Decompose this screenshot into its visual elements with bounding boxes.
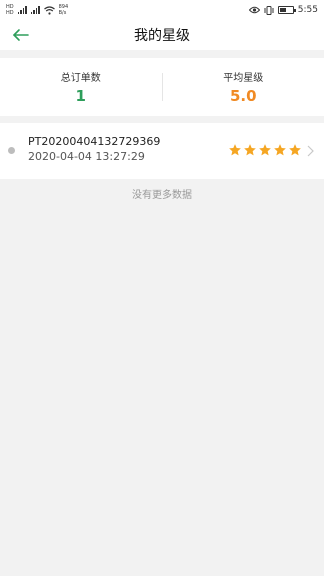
avg-rating-label: 平均星级	[223, 73, 264, 84]
status-right: 5:55	[248, 5, 318, 15]
order-time: 2020-04-04 13:27:29	[28, 150, 145, 163]
back-arrow-icon[interactable]	[12, 27, 30, 43]
star-icon	[273, 143, 287, 157]
order-text: PT20200404132729369 2020-04-04 13:27:29	[28, 135, 160, 163]
star-rating	[228, 143, 302, 157]
star-icon	[288, 143, 302, 157]
net-speed: 894 B/s	[59, 4, 69, 16]
battery-icon	[277, 6, 296, 14]
avg-rating-stat: 平均星级 5.0	[163, 69, 324, 105]
chevron-right-icon	[307, 145, 314, 157]
star-icon	[228, 143, 242, 157]
star-icon	[243, 143, 257, 157]
avg-rating-value: 5.0	[229, 87, 257, 105]
page-title: 我的星级	[134, 28, 190, 44]
status-left: HD HD 894 B/s	[6, 4, 68, 16]
status-time: 5:55	[297, 5, 318, 15]
hd-tag-2: HD	[6, 10, 14, 16]
vibrate-icon	[264, 5, 274, 15]
total-orders-value: 1	[75, 87, 86, 105]
order-id: PT20200404132729369	[28, 135, 161, 148]
signal-icon-2	[30, 6, 40, 14]
net-speed-unit: B/s	[58, 10, 67, 16]
total-orders-label: 总订单数	[60, 73, 101, 84]
star-icon	[258, 143, 272, 157]
header-bar: 我的星级	[0, 20, 324, 50]
order-list-item[interactable]: PT20200404132729369 2020-04-04 13:27:29	[0, 123, 324, 179]
signal-icon	[17, 6, 27, 14]
status-dot	[8, 147, 15, 154]
status-bar: HD HD 894 B/s 5:55	[0, 0, 324, 20]
eye-icon	[248, 6, 260, 14]
total-orders-stat: 总订单数 1	[0, 69, 162, 105]
stats-panel: 总订单数 1 平均星级 5.0	[0, 58, 324, 116]
no-more-data-text: 没有更多数据	[132, 190, 192, 201]
hd-indicator: HD HD	[6, 4, 14, 16]
wifi-icon	[43, 5, 55, 15]
